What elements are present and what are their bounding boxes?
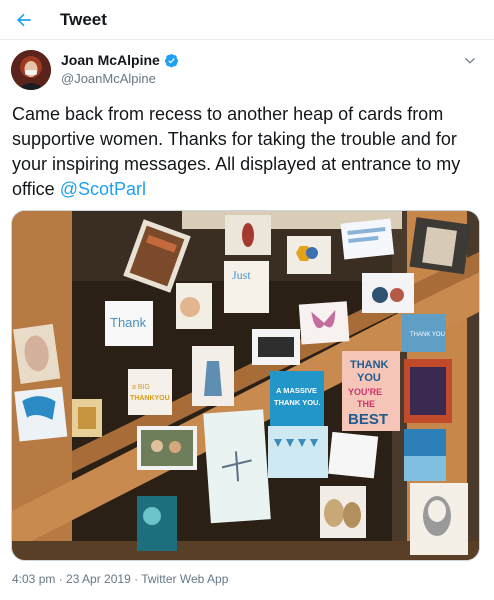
card-best-youre-text: YOU'RE (348, 387, 382, 397)
card-big-text: a BIG (132, 384, 150, 391)
tweet-meta: 4:03 pm · 23 Apr 2019 · Twitter Web App (12, 572, 228, 586)
card-just-text: Just (232, 268, 251, 282)
avatar[interactable] (11, 50, 51, 90)
card-massive-text: A MASSIVE (276, 386, 317, 395)
card-best-the-text: THE (357, 399, 375, 409)
card-massive-thankyou-text: THANK YOU. (274, 398, 321, 407)
mention-link[interactable]: @ScotParl (60, 179, 146, 199)
author-handle[interactable]: @JoanMcAlpine (61, 71, 156, 86)
card-best-best-text: BEST (348, 411, 388, 428)
card-thank-text: Thank (110, 315, 147, 330)
tweet-time[interactable]: 4:03 pm (12, 572, 55, 586)
card-thank-you-small-text: THANK YOU (410, 332, 445, 338)
card-big-thankyou-text: THANKYOU (130, 395, 170, 402)
author-display-name[interactable]: Joan McAlpine (61, 52, 160, 68)
tweet-author: Joan McAlpine @JoanMcAlpine (11, 48, 491, 92)
tweet-text: Came back from recess to another heap of… (12, 102, 486, 202)
photo-cards-staircase: Just Thank THANK YOU a BIG THANKYOU A MA… (12, 211, 479, 560)
card-best-thank-text: THANK (350, 359, 389, 371)
tweet-photo[interactable]: Just Thank THANK YOU a BIG THANKYOU A MA… (11, 210, 480, 561)
tweet-date[interactable]: 23 Apr 2019 (66, 572, 131, 586)
card-best-you-text: YOU (357, 372, 381, 384)
back-button[interactable] (10, 6, 38, 34)
meta-separator: · (130, 572, 142, 586)
avatar-image (11, 50, 51, 90)
back-arrow-icon (17, 13, 31, 27)
tweet-source[interactable]: Twitter Web App (141, 572, 228, 586)
meta-separator: · (55, 572, 67, 586)
verified-badge-icon (164, 53, 178, 67)
page-title: Tweet (60, 10, 107, 29)
chevron-down-icon[interactable] (461, 52, 479, 70)
tweet-header: Tweet (0, 0, 494, 40)
